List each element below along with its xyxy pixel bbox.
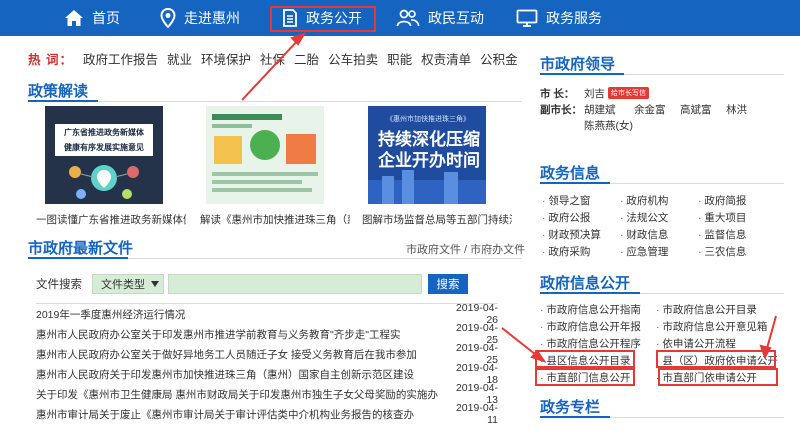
annotation-arrows: [241, 32, 777, 363]
